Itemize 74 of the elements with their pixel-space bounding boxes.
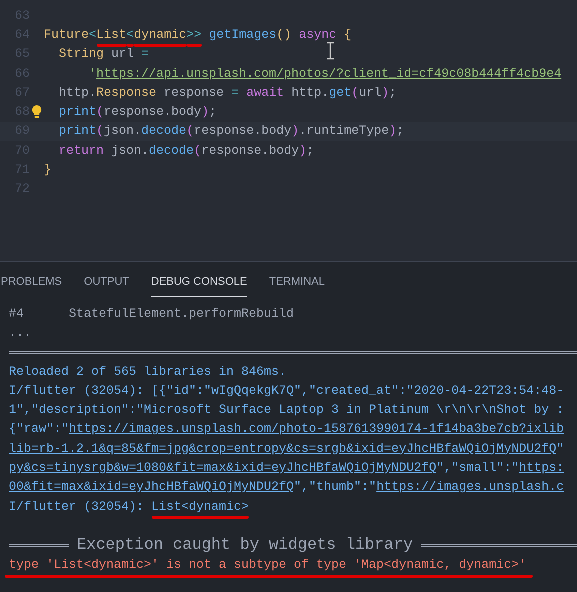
console-text: " — [556, 442, 564, 456]
panel-tab[interactable]: OUTPUT — [84, 268, 130, 296]
code-token: ; — [389, 86, 397, 100]
code-token: ) — [299, 144, 307, 158]
console-text: 1","description":"Microsoft Surface Laptop 3 in Platinum \r\n\r\nShot by : — [9, 403, 564, 418]
panel-tab[interactable]: DEBUG CONSOLE — [151, 268, 248, 296]
code-token: response.body — [104, 105, 202, 120]
code-token: { — [343, 28, 352, 42]
console-text: List<dynamic> — [152, 500, 250, 514]
code-token: ' — [88, 66, 97, 81]
code-token: getImages — [208, 28, 277, 42]
code-token: json. — [110, 144, 150, 158]
code-token: < — [89, 28, 97, 42]
code-token: response — [163, 86, 226, 100]
code-token: get — [329, 86, 352, 100]
code-token: ; — [306, 144, 314, 158]
code-token: async — [298, 28, 337, 42]
code-token: await — [246, 86, 284, 100]
code-token: http. — [290, 86, 330, 100]
console-link[interactable]: lib=rb-1.2.1&q=85&fm=jpg&crop=entropy&cs=srgb&ixid=eyJhcHBfaWQiOjMyNDU2fQ — [9, 442, 557, 456]
code-token: ; — [209, 105, 217, 120]
console-text: Reloaded 2 of 565 libraries in 846ms. — [9, 364, 287, 379]
code-token: decode — [142, 124, 187, 138]
console-text: type 'List<dynamic>' is not a subtype of type 'Map<dynamic, dynamic>' — [9, 558, 527, 572]
console-link[interactable]: https://images.unsplash.c — [376, 480, 564, 494]
text-cursor-icon — [326, 42, 335, 60]
code-token: ) — [382, 86, 390, 100]
console-link[interactable]: https: — [519, 461, 564, 476]
code-token: ) — [292, 124, 300, 138]
code-token: decode — [149, 144, 194, 158]
code-token: ) — [389, 124, 397, 138]
code-token: List — [96, 28, 127, 42]
code-token: = — [142, 47, 150, 62]
code-token: ( — [186, 124, 194, 138]
console-text: I/flutter (32054): [{"id":"wIgQqekgK7Q","created_at":"2020-04-22T23:54:48- — [9, 384, 564, 398]
code-token: ) — [202, 105, 210, 120]
console-link[interactable]: 00&fit=max&ixid=eyJhcHBfaWQiOjMyNDU2fQ — [9, 480, 294, 494]
console-link[interactable]: py&cs=tinysrgb&w=1080&fit=max&ixid=eyJhcHBfaWQiOjMyNDU2fQ — [9, 461, 437, 476]
code-token: .runtimeType — [299, 124, 390, 138]
console-text: {"raw":" — [9, 422, 70, 436]
code-token: response.body — [202, 144, 300, 158]
panel-tab[interactable]: PROBLEMS — [1, 268, 62, 296]
code-token: print — [58, 124, 97, 138]
code-token: json. — [104, 124, 142, 138]
code-token: Response — [96, 86, 157, 100]
code-token: = — [232, 86, 240, 100]
console-text: Exception caught by widgets library — [77, 536, 414, 554]
code-token: Future — [44, 28, 90, 42]
code-token: ( — [96, 105, 104, 120]
code-token: url — [110, 47, 136, 62]
lightbulb-icon[interactable] — [32, 105, 42, 120]
console-link[interactable]: https://images.unsplash.com/photo-1587613990174-1f14ba3be7cb?ixlib — [69, 422, 564, 436]
code-token: http. — [58, 86, 97, 100]
console-text: ","small":" — [436, 461, 520, 476]
code-token: url — [359, 86, 382, 100]
console-text: ","thumb":" — [294, 480, 377, 494]
code-token: return — [58, 144, 104, 158]
code-token: https://api.unsplash.com/photos/?client_id=cf49c08b444ff4cb9e4 — [96, 66, 562, 81]
console-text: I/flutter (32054): — [9, 500, 146, 514]
code-token: dynamic — [134, 28, 187, 42]
code-token: print — [58, 105, 97, 120]
code-token: ; — [396, 124, 404, 138]
console-text: ... — [9, 326, 32, 340]
code-token: String — [58, 47, 104, 62]
code-token: () — [276, 28, 292, 42]
code-token: response.body — [194, 124, 292, 138]
code-token: >> — [186, 28, 202, 42]
panel-tab[interactable]: TERMINAL — [269, 268, 325, 296]
code-token: ( — [96, 124, 104, 138]
code-token: ( — [352, 86, 360, 100]
code-token: < — [126, 28, 134, 42]
console-text: #4 StatefulElement.performRebuild — [9, 306, 294, 321]
code-token: ( — [194, 144, 202, 158]
code-token: } — [44, 163, 52, 178]
